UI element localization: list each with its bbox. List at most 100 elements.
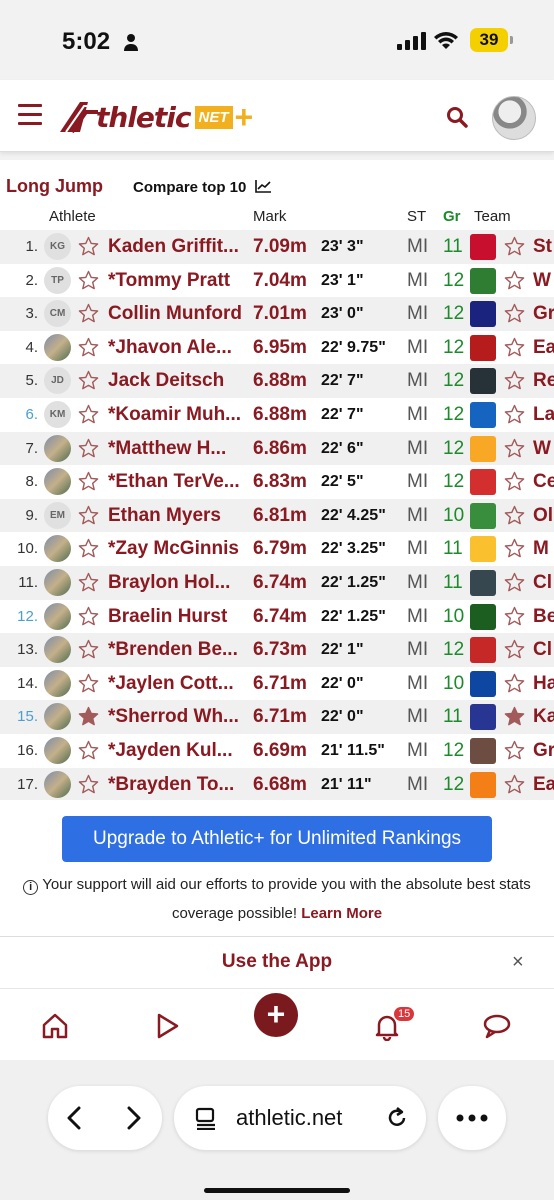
athletic-net-logo[interactable]: thletic NET + (58, 100, 253, 134)
athlete-name-link[interactable]: *Sherrod Wh... (108, 700, 244, 734)
mark-metric[interactable]: 6.83m (253, 465, 307, 499)
favorite-athlete-star-icon[interactable] (78, 471, 99, 492)
team-logo[interactable] (470, 637, 496, 664)
favorite-athlete-star-icon[interactable] (78, 370, 99, 391)
table-row[interactable]: 3. CM Collin Munford 7.01m 23' 0" MI 12 Gr (0, 297, 554, 331)
athlete-avatar[interactable]: EM (44, 501, 71, 529)
team-name-link[interactable]: St (533, 230, 554, 264)
table-row[interactable]: 2. TP *Tommy Pratt 7.04m 23' 1" MI 12 W (0, 264, 554, 298)
mark-metric[interactable]: 6.81m (253, 499, 307, 533)
favorite-team-star-icon[interactable] (504, 673, 525, 694)
favorite-athlete-star-icon[interactable] (78, 774, 99, 795)
team-logo[interactable] (470, 771, 496, 798)
favorite-team-star-icon[interactable] (504, 370, 525, 391)
close-icon[interactable]: × (512, 951, 524, 974)
table-row[interactable]: 13. *Brenden Be... 6.73m 22' 1" MI 12 Cl (0, 633, 554, 667)
athlete-avatar[interactable] (44, 333, 71, 361)
favorite-team-star-icon[interactable] (504, 337, 525, 358)
mark-metric[interactable]: 6.74m (253, 566, 307, 600)
team-logo[interactable] (470, 469, 496, 496)
athlete-avatar[interactable] (44, 434, 71, 462)
table-row[interactable]: 12. Braelin Hurst 6.74m 22' 1.25" MI 10 Be (0, 600, 554, 634)
team-logo[interactable] (470, 234, 496, 260)
user-avatar[interactable] (492, 96, 536, 140)
team-name-link[interactable]: Ce (533, 465, 554, 499)
team-name-link[interactable]: La (533, 398, 554, 432)
athlete-name-link[interactable]: Collin Munford (108, 297, 244, 331)
favorite-team-star-icon[interactable] (504, 303, 525, 324)
team-name-link[interactable]: M (533, 532, 554, 566)
upgrade-button[interactable]: Upgrade to Athletic+ for Unlimited Ranki… (62, 816, 492, 862)
reload-icon[interactable] (384, 1105, 410, 1131)
table-row[interactable]: 10. *Zay McGinnis 6.79m 22' 3.25" MI 11 M (0, 532, 554, 566)
hamburger-menu-icon[interactable] (18, 104, 42, 125)
ellipsis-icon[interactable] (456, 1114, 488, 1122)
learn-more-link[interactable]: Learn More (301, 905, 382, 922)
mark-metric[interactable]: 6.79m (253, 532, 307, 566)
team-name-link[interactable]: Ol (533, 499, 554, 533)
mark-metric[interactable]: 6.68m (253, 768, 307, 801)
mark-metric[interactable]: 6.88m (253, 398, 307, 432)
mark-metric[interactable]: 6.86m (253, 432, 307, 466)
mark-metric[interactable]: 7.09m (253, 230, 307, 264)
team-name-link[interactable]: Ha (533, 667, 554, 701)
mark-metric[interactable]: 6.95m (253, 331, 307, 365)
col-athlete[interactable]: Athlete (49, 208, 96, 225)
favorite-team-star-icon[interactable] (504, 639, 525, 660)
team-logo[interactable] (470, 267, 496, 294)
favorite-team-star-icon[interactable] (504, 774, 525, 795)
search-icon[interactable] (446, 106, 468, 128)
favorite-athlete-star-icon[interactable] (78, 236, 99, 257)
mark-metric[interactable]: 7.01m (253, 297, 307, 331)
compare-top-10-link[interactable]: Compare top 10 (133, 179, 246, 196)
table-row[interactable]: 6. KM *Koamir Muh... 6.88m 22' 7" MI 12 La (0, 398, 554, 432)
team-name-link[interactable]: Cl (533, 566, 554, 600)
table-row[interactable]: 1. KG Kaden Griffit... 7.09m 23' 3" MI 11 St (0, 230, 554, 264)
team-logo[interactable] (470, 334, 496, 361)
athlete-avatar[interactable]: JD (44, 367, 71, 395)
athlete-avatar[interactable] (44, 703, 71, 731)
team-logo[interactable] (470, 301, 496, 328)
team-name-link[interactable]: Gr (533, 297, 554, 331)
athlete-avatar[interactable] (44, 535, 71, 563)
athlete-avatar[interactable] (44, 770, 71, 798)
favorite-athlete-star-icon[interactable] (78, 270, 99, 291)
col-mark[interactable]: Mark (253, 208, 286, 225)
athlete-name-link[interactable]: Kaden Griffit... (108, 230, 244, 264)
team-logo[interactable] (470, 569, 496, 596)
team-name-link[interactable]: Gr (533, 734, 554, 768)
chart-line-icon[interactable] (255, 179, 272, 193)
athlete-avatar[interactable] (44, 669, 71, 697)
table-row[interactable]: 5. JD Jack Deitsch 6.88m 22' 7" MI 12 Re (0, 364, 554, 398)
favorite-athlete-star-icon[interactable] (78, 673, 99, 694)
table-row[interactable]: 8. *Ethan TerVe... 6.83m 22' 5" MI 12 Ce (0, 465, 554, 499)
table-row[interactable]: 17. *Brayden To... 6.68m 21' 11" MI 12 Ea (0, 767, 554, 801)
home-icon[interactable] (40, 1011, 70, 1041)
reader-mode-icon[interactable] (194, 1106, 218, 1130)
athlete-name-link[interactable]: *Ethan TerVe... (108, 465, 244, 499)
favorite-athlete-star-icon[interactable] (78, 438, 99, 459)
team-name-link[interactable]: Be (533, 600, 554, 634)
favorite-athlete-star-icon[interactable] (78, 606, 99, 627)
team-name-link[interactable]: Cl (533, 633, 554, 667)
forward-icon[interactable] (126, 1106, 142, 1130)
athlete-avatar[interactable] (44, 468, 71, 496)
mark-metric[interactable]: 6.69m (253, 734, 307, 768)
team-name-link[interactable]: Ea (533, 768, 554, 801)
favorite-athlete-star-icon[interactable] (78, 706, 99, 727)
col-team[interactable]: Team (474, 208, 511, 225)
col-state[interactable]: ST (407, 208, 426, 225)
favorite-team-star-icon[interactable] (504, 471, 525, 492)
favorite-team-star-icon[interactable] (504, 438, 525, 459)
more-options-button[interactable] (438, 1086, 506, 1150)
table-row[interactable]: 15. *Sherrod Wh... 6.71m 22' 0" MI 11 Ka (0, 700, 554, 734)
chat-icon[interactable] (482, 1011, 512, 1041)
favorite-team-star-icon[interactable] (504, 706, 525, 727)
mark-metric[interactable]: 6.71m (253, 700, 307, 734)
table-row[interactable]: 14. *Jaylen Cott... 6.71m 22' 0" MI 10 Ha (0, 667, 554, 701)
favorite-team-star-icon[interactable] (504, 505, 525, 526)
athlete-name-link[interactable]: *Brenden Be... (108, 633, 244, 667)
favorite-team-star-icon[interactable] (504, 538, 525, 559)
athlete-avatar[interactable] (44, 636, 71, 664)
team-logo[interactable] (470, 502, 496, 529)
